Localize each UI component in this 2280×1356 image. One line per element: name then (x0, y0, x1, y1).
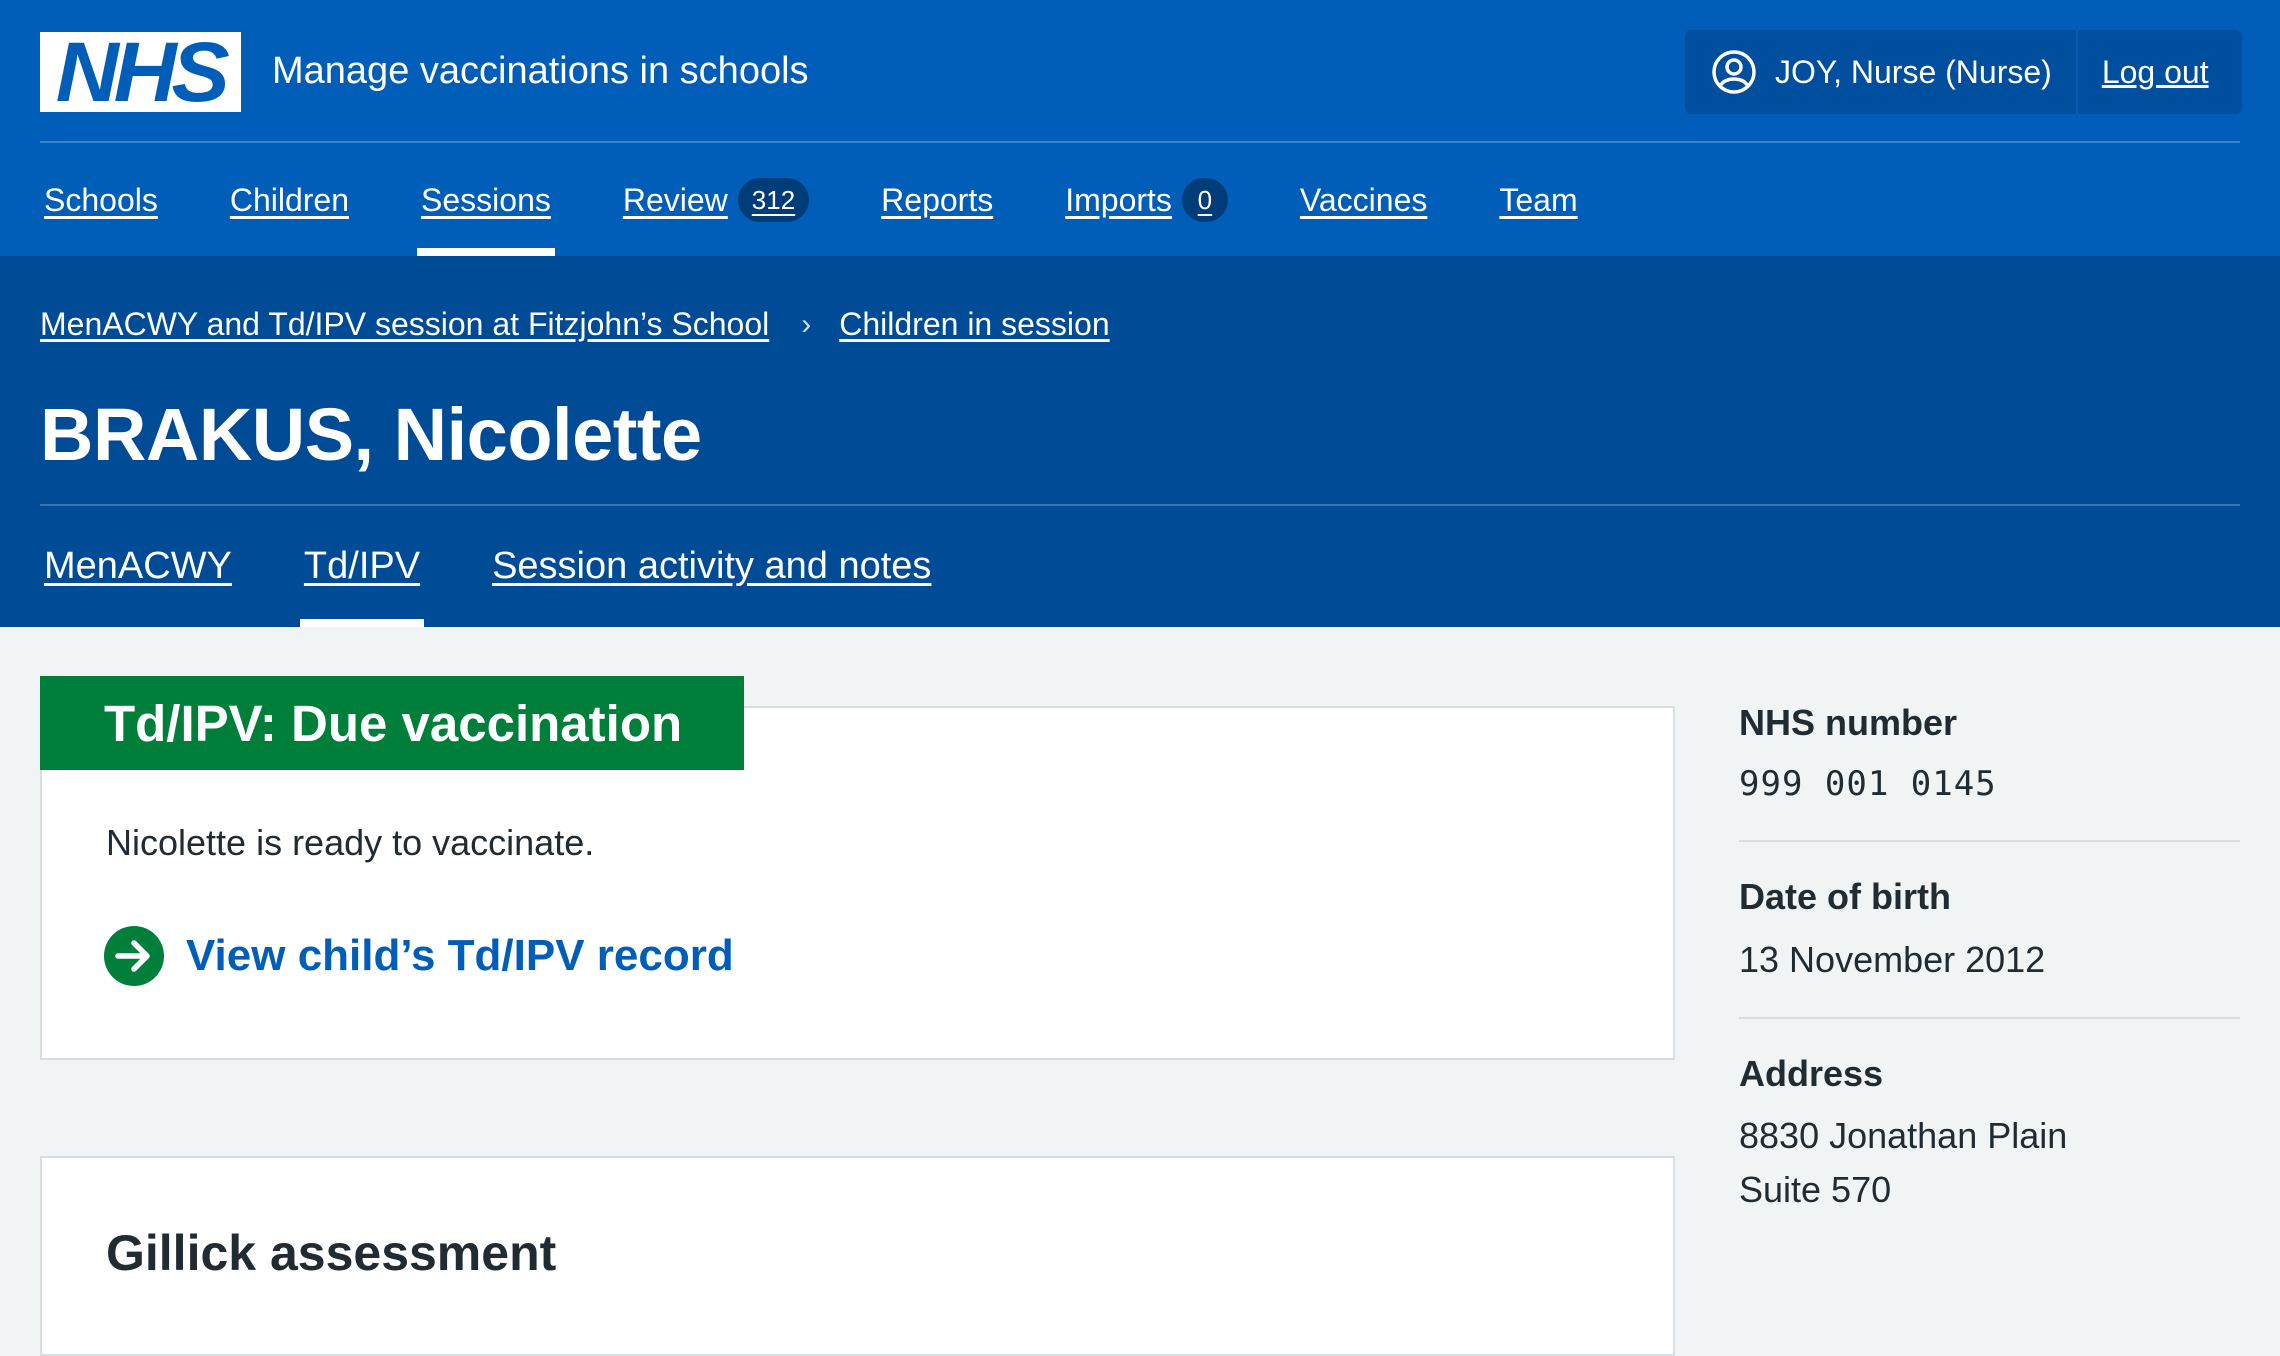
nav-item-team[interactable]: Team (1495, 144, 1581, 256)
nhs-logo-text: NHS (56, 25, 230, 119)
gillick-card: Gillick assessment (40, 1156, 1675, 1356)
site-header: NHS Manage vaccinations in schools JOY, … (0, 0, 2280, 256)
review-count-badge: 312 (737, 178, 810, 222)
page-title: BRAKUS, Nicolette (40, 393, 702, 476)
view-record-link[interactable]: View child’s Td/IPV record (104, 926, 734, 986)
nav-item-reports[interactable]: Reports (877, 144, 997, 256)
dob-value: 13 November 2012 (1739, 938, 2046, 980)
nav-item-children[interactable]: Children (226, 144, 353, 256)
nav-item-imports[interactable]: Imports 0 (1061, 144, 1232, 256)
summary-row-dob: Date of birth 13 November 2012 (1739, 874, 2240, 1019)
nhs-logo[interactable]: NHS (40, 25, 241, 119)
account-user: JOY, Nurse (Nurse) (1685, 30, 2078, 114)
status-card-heading: Td/IPV: Due vaccination (40, 676, 744, 770)
summary-row-nhs-number: NHS number 999 001 0145 (1739, 700, 2240, 842)
child-summary: NHS number 999 001 0145 Date of birth 13… (1739, 700, 2240, 1279)
nav-item-schools[interactable]: Schools (40, 144, 162, 256)
service-name-link[interactable]: Manage vaccinations in schools (272, 44, 809, 98)
address-line-2: Suite 570 (1739, 1169, 1892, 1211)
programme-tabs: MenACWY Td/IPV Session activity and note… (40, 506, 999, 627)
page-header-band: MenACWY and Td/IPV session at Fitzjohn’s… (0, 256, 2280, 627)
breadcrumb-session-link[interactable]: MenACWY and Td/IPV session at Fitzjohn’s… (40, 306, 769, 343)
account-user-name: JOY, Nurse (Nurse) (1775, 53, 2052, 90)
tab-session-activity[interactable]: Session activity and notes (488, 506, 935, 627)
nav-item-review[interactable]: Review 312 (619, 144, 813, 256)
logout-link[interactable]: Log out (2078, 54, 2209, 91)
arrow-right-circle-icon (104, 926, 164, 986)
user-icon (1712, 50, 1756, 94)
address-label: Address (1739, 1052, 1884, 1094)
nhs-number-label: NHS number (1739, 702, 1958, 743)
tab-td-ipv[interactable]: Td/IPV (299, 506, 425, 627)
breadcrumb: MenACWY and Td/IPV session at Fitzjohn’s… (40, 306, 1110, 343)
dob-label: Date of birth (1739, 875, 1951, 917)
header-divider (40, 141, 2240, 143)
chevron-right-icon: › (801, 307, 812, 341)
nav-item-vaccines[interactable]: Vaccines (1296, 144, 1431, 256)
status-card-text: Nicolette is ready to vaccinate. (106, 822, 595, 863)
tab-menacwy[interactable]: MenACWY (40, 506, 236, 627)
imports-count-badge: 0 (1181, 178, 1228, 222)
account-panel: JOY, Nurse (Nurse) Log out (1685, 30, 2242, 114)
nhs-number-value: 999 001 0145 (1739, 763, 1997, 804)
view-record-link-label: View child’s Td/IPV record (186, 931, 734, 980)
summary-row-address: Address 8830 Jonathan Plain Suite 570 (1739, 1051, 2240, 1248)
primary-navigation: Schools Children Sessions Review 312 Repo… (40, 144, 1646, 256)
nav-item-sessions[interactable]: Sessions (417, 144, 555, 256)
breadcrumb-children-link[interactable]: Children in session (839, 306, 1109, 343)
gillick-card-title: Gillick assessment (106, 1225, 557, 1281)
address-line-1: 8830 Jonathan Plain (1739, 1115, 2068, 1157)
